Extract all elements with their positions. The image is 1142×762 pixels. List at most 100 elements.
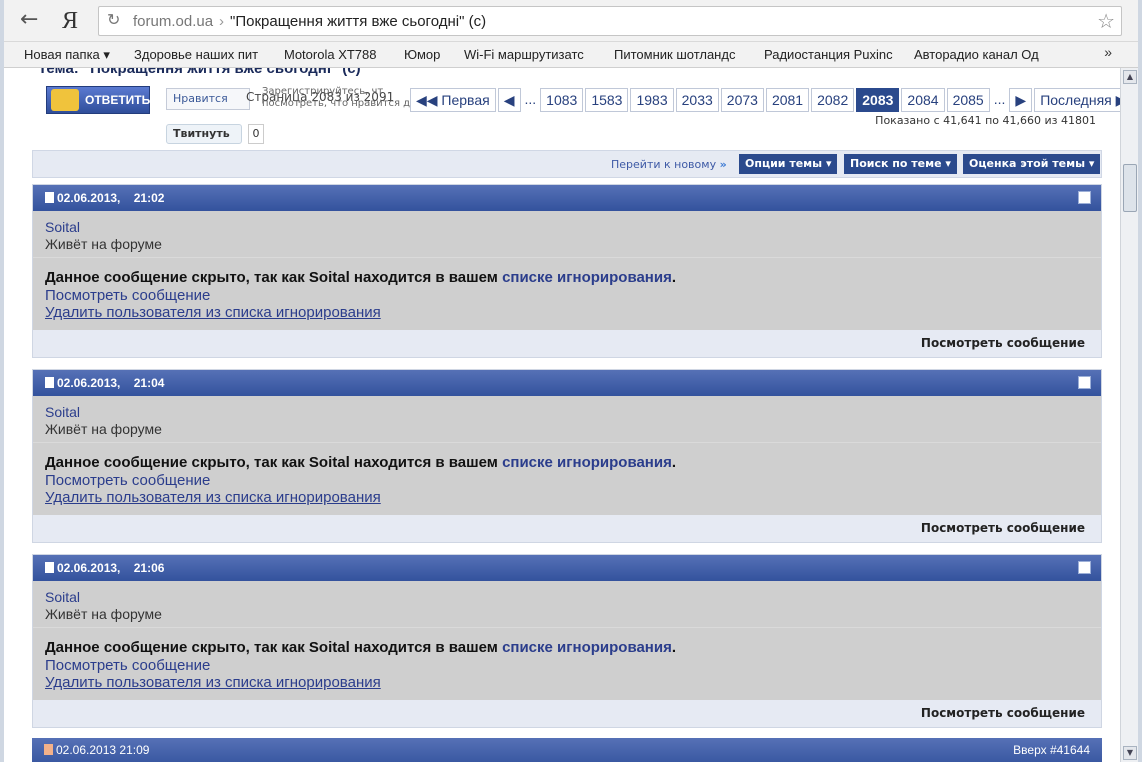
- yandex-logo[interactable]: Я: [62, 8, 84, 34]
- page-next-link[interactable]: ▶: [1009, 88, 1033, 112]
- facebook-like-button[interactable]: Нравится: [166, 88, 250, 110]
- post-doc-icon: [44, 744, 53, 755]
- bookmark-item[interactable]: Юмор: [404, 47, 440, 62]
- post-username[interactable]: Soital: [45, 404, 80, 420]
- reply-button[interactable]: ОТВЕТИТЬ: [46, 86, 150, 114]
- reply-button-label: ОТВЕТИТЬ: [85, 93, 151, 107]
- post-divider: [33, 627, 1101, 628]
- post-username[interactable]: Soital: [45, 589, 80, 605]
- hidden-message-period: .: [671, 454, 677, 471]
- footer-view-message-link[interactable]: Посмотреть сообщение: [921, 521, 1085, 535]
- scroll-up-arrow-icon[interactable]: ▲: [1123, 70, 1137, 84]
- page-link[interactable]: 1083: [540, 88, 584, 112]
- bookmark-item[interactable]: Motorola XT788: [284, 47, 377, 62]
- post-header-partial: 02.06.2013 21:09 Вверх #41644: [32, 738, 1102, 762]
- like-label: Нравится: [173, 92, 228, 105]
- ignore-list-link[interactable]: списке игнорирования: [502, 639, 672, 656]
- tweet-label: Твитнуть: [173, 127, 230, 140]
- bookmark-item[interactable]: Радиостанция Puxinc: [764, 47, 893, 62]
- page-content: Тема: "Покращення життя вже сьогодні" (с…: [4, 68, 1120, 762]
- post-time: 21:04: [133, 376, 165, 390]
- address-bar-row: ← Я ↻ forum.od.ua › "Покращення життя вже …: [4, 0, 1138, 42]
- url-host: forum.od.ua: [133, 13, 214, 30]
- scrollbar-thumb[interactable]: [1123, 164, 1137, 212]
- back-arrow-icon[interactable]: ←: [20, 8, 44, 32]
- thread-rating-button[interactable]: Оценка этой темы ▾: [963, 154, 1101, 174]
- post-divider: [33, 257, 1101, 258]
- post: 02.06.2013, 21:06 Soital Живёт на форуме…: [32, 554, 1102, 728]
- post-date: 02.06.2013,: [57, 376, 121, 390]
- thread-search-button[interactable]: Поиск по теме ▾: [844, 154, 957, 174]
- post-select-checkbox[interactable]: [1078, 561, 1091, 574]
- thread-options-button[interactable]: Опции темы ▾: [739, 154, 838, 174]
- footer-view-message-link[interactable]: Посмотреть сообщение: [921, 706, 1085, 720]
- hidden-message-text: Данное сообщение скрыто, так как Soital …: [45, 639, 503, 656]
- url-page-title: "Покращення життя вже сьогодні" (с): [230, 13, 487, 30]
- remove-from-ignore-link[interactable]: Удалить пользователя из списка игнориров…: [45, 674, 381, 691]
- bookmarks-more-icon[interactable]: »: [1104, 44, 1112, 60]
- post-select-checkbox[interactable]: [1078, 191, 1091, 204]
- page-link[interactable]: 2073: [720, 88, 764, 112]
- view-message-link[interactable]: Посмотреть сообщение: [45, 472, 210, 489]
- post-doc-icon: [45, 192, 54, 203]
- post-doc-icon: [45, 562, 54, 573]
- remove-from-ignore-link[interactable]: Удалить пользователя из списка игнориров…: [45, 489, 381, 506]
- back-to-top-link[interactable]: Вверх #41644: [1013, 738, 1090, 762]
- hidden-message-period: .: [671, 269, 677, 286]
- double-chevron-down-icon: »: [719, 158, 727, 171]
- hidden-message-notice: Данное сообщение скрыто, так как Soital …: [45, 454, 676, 471]
- go-to-new-link[interactable]: Перейти к новому »: [611, 158, 727, 171]
- post-user-title: Живёт на форуме: [45, 421, 162, 437]
- ignore-list-link[interactable]: списке игнорирования: [502, 269, 672, 286]
- post-divider: [33, 442, 1101, 443]
- bookmark-folder[interactable]: Новая папка ▾: [24, 47, 110, 63]
- page-link[interactable]: 1983: [630, 88, 674, 112]
- page-link[interactable]: 2084: [901, 88, 945, 112]
- bookmark-item[interactable]: Питомник шотландс: [614, 47, 735, 62]
- reload-icon[interactable]: ↻: [107, 10, 120, 29]
- post-header: 02.06.2013, 21:02: [33, 185, 1101, 211]
- post-select-checkbox[interactable]: [1078, 376, 1091, 389]
- results-count: Показано с 41,641 по 41,660 из 41801: [875, 114, 1096, 127]
- url-text[interactable]: forum.od.ua › "Покращення життя вже сьогод…: [133, 13, 486, 30]
- scroll-down-arrow-icon[interactable]: ▼: [1123, 746, 1137, 760]
- page-link[interactable]: 2082: [811, 88, 855, 112]
- pagination: ◀◀ Первая ◀ ... 1083 1583 1983 2033 2073…: [410, 88, 1120, 112]
- hidden-message-notice: Данное сообщение скрыто, так как Soital …: [45, 269, 676, 286]
- post-header: 02.06.2013, 21:04: [33, 370, 1101, 396]
- post-time: 21:02: [133, 191, 165, 205]
- hidden-message-notice: Данное сообщение скрыто, так как Soital …: [45, 639, 676, 656]
- thread-toolbar: Перейти к новому » Опции темы ▾ Поиск по…: [32, 150, 1102, 178]
- view-message-link[interactable]: Посмотреть сообщение: [45, 287, 210, 304]
- page-last-link[interactable]: Последняя ▶▶: [1034, 88, 1120, 112]
- page-first-link[interactable]: ◀◀ Первая: [410, 88, 496, 112]
- post-username[interactable]: Soital: [45, 219, 80, 235]
- post-date: 02.06.2013,: [57, 561, 121, 575]
- bookmark-item[interactable]: Авторадио канал Од: [914, 47, 1039, 62]
- post-user-title: Живёт на форуме: [45, 606, 162, 622]
- bookmark-item[interactable]: Здоровье наших пит: [134, 47, 258, 62]
- url-separator: ›: [219, 13, 225, 30]
- vertical-scrollbar[interactable]: ▲ ▼: [1120, 68, 1138, 762]
- page-link[interactable]: 2033: [675, 88, 719, 112]
- hidden-message-period: .: [671, 639, 677, 656]
- post-footer: Посмотреть сообщение: [33, 330, 1101, 357]
- remove-from-ignore-link[interactable]: Удалить пользователя из списка игнориров…: [45, 304, 381, 321]
- page-link[interactable]: 2081: [765, 88, 810, 112]
- ignore-list-link[interactable]: списке игнорирования: [502, 454, 672, 471]
- partial-post-datetime: 02.06.2013 21:09: [56, 743, 150, 757]
- view-message-link[interactable]: Посмотреть сообщение: [45, 657, 210, 674]
- page-ellipsis: ...: [991, 88, 1008, 112]
- page-link[interactable]: 2085: [946, 88, 990, 112]
- omnibox[interactable]: ↻ forum.od.ua › "Покращення життя вже сьог…: [98, 6, 1122, 36]
- tweet-button[interactable]: Твитнуть: [166, 124, 242, 144]
- bookmark-item[interactable]: Wi-Fi маршрутизатс: [464, 47, 584, 62]
- post-user-title: Живёт на форуме: [45, 236, 162, 252]
- footer-view-message-link[interactable]: Посмотреть сообщение: [921, 336, 1085, 350]
- tweet-count: 0: [248, 124, 264, 144]
- bookmark-star-icon[interactable]: ☆: [1097, 9, 1115, 33]
- go-new-label: Перейти к новому: [611, 158, 717, 171]
- page-prev-link[interactable]: ◀: [497, 88, 521, 112]
- reply-icon: [51, 89, 79, 111]
- page-link[interactable]: 1583: [585, 88, 629, 112]
